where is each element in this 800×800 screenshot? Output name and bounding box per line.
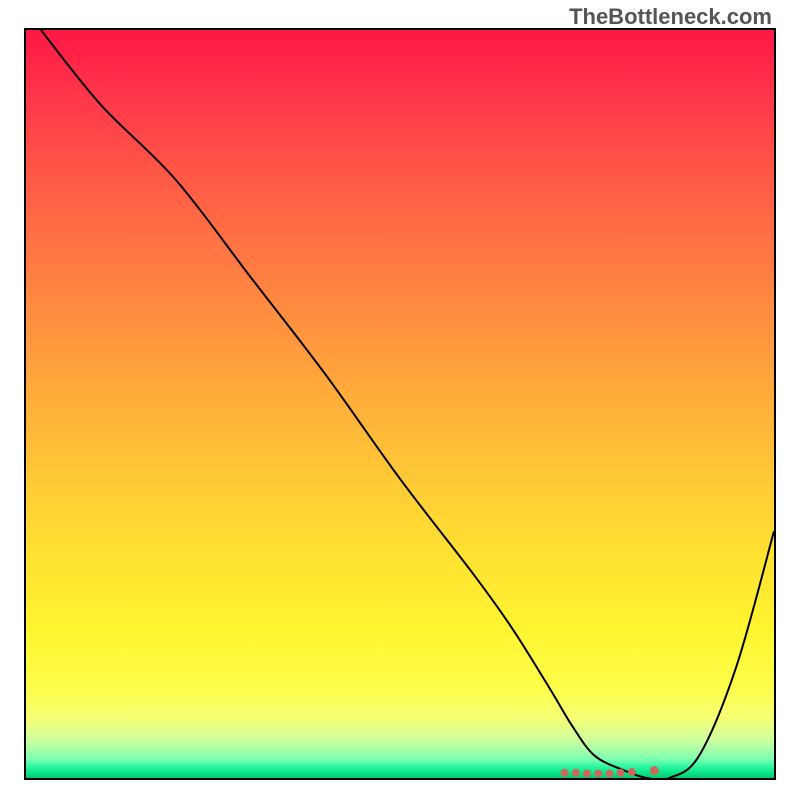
optimal-dot xyxy=(561,769,569,777)
plot-area xyxy=(24,28,776,780)
optimal-dot xyxy=(617,769,625,777)
optimal-dot xyxy=(594,770,602,778)
optimal-dot xyxy=(605,770,613,778)
chart-container: TheBottleneck.com xyxy=(0,0,800,800)
curve-path xyxy=(41,30,774,778)
optimal-dot xyxy=(572,769,580,777)
optimal-dot xyxy=(628,768,636,776)
optimal-dot xyxy=(650,766,659,775)
watermark-text: TheBottleneck.com xyxy=(569,4,772,30)
bottleneck-curve xyxy=(26,30,774,778)
optimal-dot xyxy=(583,770,591,778)
